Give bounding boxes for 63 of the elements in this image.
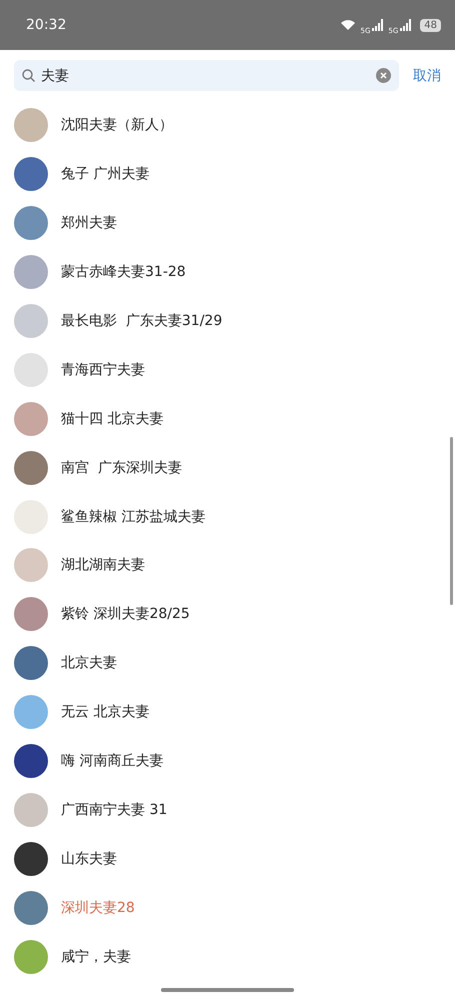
- avatar-placeholder: [14, 206, 48, 240]
- cancel-button[interactable]: 取消: [413, 66, 441, 84]
- contact-name: 鲨鱼辣椒 江苏盐城夫妻: [61, 508, 206, 526]
- contact-name: 蒙古赤峰夫妻31-28: [61, 263, 186, 282]
- contact-row[interactable]: 无云 北京夫妻: [0, 688, 455, 737]
- avatar-placeholder: [14, 255, 48, 290]
- contact-name: 深圳夫妻28: [61, 898, 135, 917]
- contact-row[interactable]: 蒙古赤峰夫妻31-28: [0, 248, 455, 297]
- contact-row[interactable]: 猫十四 北京夫妻: [0, 394, 455, 444]
- contact-row[interactable]: 广西南宁夫妻 31: [0, 785, 455, 834]
- avatar-placeholder: [14, 695, 48, 730]
- contact-row[interactable]: 郑州夫妻: [0, 198, 455, 248]
- avatar-placeholder: [14, 940, 48, 974]
- search-field[interactable]: 夫妻: [14, 60, 399, 91]
- search-icon: [22, 69, 35, 82]
- contact-row[interactable]: 山东夫妻: [0, 834, 455, 884]
- contact-row[interactable]: 兔子 广州夫妻: [0, 150, 455, 199]
- avatar-placeholder: [14, 842, 48, 876]
- contact-name: 沈阳夫妻（新人）: [61, 116, 173, 134]
- contact-row[interactable]: 最长电影 广东夫妻31/29: [0, 296, 455, 346]
- avatar-placeholder: [14, 157, 48, 192]
- contact-row[interactable]: 沈阳夫妻（新人）: [0, 101, 455, 150]
- contact-name: 猫十四 北京夫妻: [61, 410, 164, 428]
- contact-name: 广西南宁夫妻 31: [61, 800, 168, 819]
- avatar-placeholder: [14, 450, 48, 485]
- contact-name: 山东夫妻: [61, 850, 117, 868]
- contact-row[interactable]: 深圳夫妻28: [0, 883, 455, 932]
- avatar-placeholder: [14, 352, 48, 387]
- contact-name: 紫铃 深圳夫妻28/25: [61, 605, 190, 624]
- avatar-placeholder: [14, 108, 48, 142]
- contact-name: 南宫 广东深圳夫妻: [61, 458, 182, 477]
- clear-icon[interactable]: [376, 68, 391, 83]
- contact-row[interactable]: 咸宁，夫妻: [0, 932, 455, 982]
- avatar-placeholder: [14, 890, 48, 925]
- avatar-placeholder: [14, 548, 48, 582]
- contact-name: 郑州夫妻: [61, 214, 117, 232]
- contact-name: 北京夫妻: [61, 654, 117, 672]
- signal-icon: [372, 19, 384, 31]
- contact-name: 咸宁，夫妻: [61, 948, 131, 966]
- avatar-placeholder: [14, 646, 48, 680]
- avatar-placeholder: [14, 744, 48, 778]
- contact-name: 兔子 广州夫妻: [61, 165, 150, 184]
- contact-row[interactable]: 紫铃 深圳夫妻28/25: [0, 590, 455, 639]
- clock: 20:32: [26, 17, 66, 33]
- contact-row[interactable]: 南宫 广东深圳夫妻: [0, 443, 455, 492]
- signal-icon: [400, 19, 412, 31]
- contact-row[interactable]: 湖北湖南夫妻: [0, 541, 455, 590]
- battery-indicator: 48: [420, 18, 441, 32]
- avatar-placeholder: [14, 597, 48, 632]
- contact-name: 嗨 河南商丘夫妻: [61, 752, 164, 770]
- contact-name: 最长电影 广东夫妻31/29: [61, 312, 222, 330]
- avatar-placeholder: [14, 304, 48, 338]
- contact-name: 湖北湖南夫妻: [61, 556, 145, 574]
- contact-row[interactable]: 嗨 河南商丘夫妻: [0, 736, 455, 786]
- avatar-placeholder: [14, 500, 48, 534]
- avatar-placeholder: [14, 402, 48, 436]
- contact-row[interactable]: 青海西宁夫妻: [0, 345, 455, 394]
- contact-row[interactable]: 北京夫妻: [0, 638, 455, 688]
- contact-name: 青海西宁夫妻: [61, 360, 145, 379]
- wifi-icon: [340, 19, 356, 31]
- contact-row[interactable]: 鲨鱼辣椒 江苏盐城夫妻: [0, 492, 455, 542]
- avatar-placeholder: [14, 792, 48, 827]
- contact-name: 无云 北京夫妻: [61, 703, 150, 722]
